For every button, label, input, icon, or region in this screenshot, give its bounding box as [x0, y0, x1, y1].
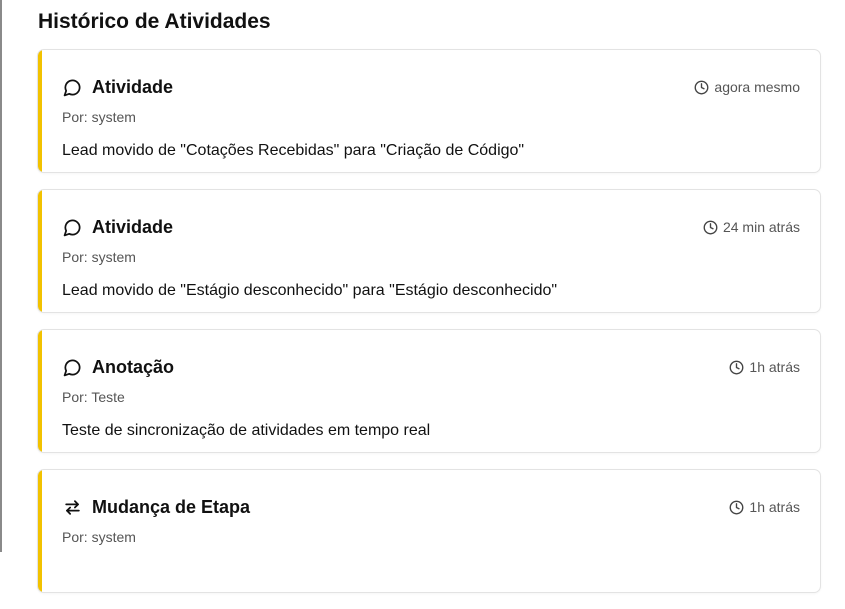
activity-header: Atividade 24 min atrás	[62, 215, 800, 239]
activity-timestamp: agora mesmo	[694, 79, 800, 95]
activity-type-label: Atividade	[92, 76, 174, 97]
accent-bar	[38, 190, 42, 312]
activity-type: Atividade	[62, 77, 173, 98]
activity-message: Lead movido de "Cotações Recebidas" para…	[62, 142, 525, 159]
swap-arrows-icon	[62, 497, 82, 517]
activity-timestamp: 1h atrás	[729, 499, 800, 515]
clock-icon	[703, 220, 718, 235]
activity-card: Atividade 24 min atrás Por: system Lead …	[37, 189, 821, 313]
activity-card: Anotação 1h atrás Por: Teste Teste de si…	[37, 329, 821, 453]
activity-card: Mudança de Etapa 1h atrás Por: system	[37, 469, 821, 593]
accent-bar	[38, 50, 42, 172]
activity-message: Lead movido de "Estágio desconhecido" pa…	[62, 282, 558, 299]
activity-header: Anotação 1h atrás	[62, 355, 800, 379]
activity-type: Atividade	[62, 217, 173, 238]
activity-header: Mudança de Etapa 1h atrás	[62, 495, 800, 519]
message-circle-icon	[62, 217, 82, 237]
activity-author: Por: Teste	[62, 389, 125, 405]
activity-card: Atividade agora mesmo Por: system Lead m…	[37, 49, 821, 173]
activity-time-label: 24 min atrás	[722, 219, 800, 235]
activity-header: Atividade agora mesmo	[62, 75, 800, 99]
activity-message: Teste de sincronização de atividades em …	[62, 422, 431, 439]
activity-author: Por: system	[62, 529, 136, 545]
clock-icon	[729, 360, 744, 375]
activity-type-label: Mudança de Etapa	[92, 496, 251, 517]
clock-icon	[729, 500, 744, 515]
activity-author: Por: system	[62, 249, 136, 265]
activity-type-label: Atividade	[92, 216, 174, 237]
page-title: Histórico de Atividades	[38, 10, 271, 33]
message-circle-icon	[62, 357, 82, 377]
activity-type-label: Anotação	[92, 356, 175, 377]
accent-bar	[38, 330, 42, 452]
message-circle-icon	[62, 77, 82, 97]
activity-type: Anotação	[62, 357, 174, 378]
activity-time-label: 1h atrás	[749, 359, 800, 375]
activity-time-label: agora mesmo	[714, 79, 800, 95]
window-left-border	[0, 0, 2, 552]
activity-timestamp: 1h atrás	[729, 359, 800, 375]
accent-bar	[38, 470, 42, 592]
activity-time-label: 1h atrás	[749, 499, 800, 515]
activity-timestamp: 24 min atrás	[703, 219, 800, 235]
clock-icon	[694, 80, 709, 95]
activity-type: Mudança de Etapa	[62, 497, 250, 518]
activity-author: Por: system	[62, 109, 136, 125]
activity-feed: Atividade agora mesmo Por: system Lead m…	[37, 49, 821, 609]
